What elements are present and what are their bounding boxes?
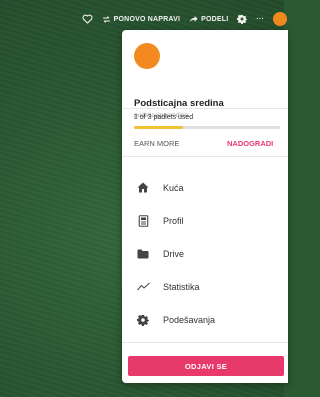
- gear-icon: [136, 313, 150, 327]
- menu-item-label: Drive: [163, 248, 185, 259]
- usage-progress-fill: [134, 126, 183, 129]
- menu-item-label: Podešavanja: [163, 314, 216, 325]
- upgrade-link[interactable]: NADOGRADI: [227, 139, 273, 148]
- share-label: PODELI: [201, 15, 229, 23]
- menu-item-label: Profil: [163, 215, 184, 226]
- trend-line-icon: [136, 280, 150, 294]
- menu-item-label: Kuća: [163, 182, 184, 193]
- remake-icon: [102, 15, 110, 23]
- folder-icon: [136, 247, 150, 261]
- favorite-button[interactable]: [82, 14, 93, 24]
- gear-icon: [237, 14, 248, 24]
- menu-item-home[interactable]: Kuća: [122, 171, 288, 204]
- menu-item-settings[interactable]: Podešavanja: [122, 303, 288, 336]
- account-menu-list: Kuća Profil Drive Statistika Podešavanja: [122, 171, 288, 336]
- usage-text: 1 of 3 padlets used: [134, 114, 194, 121]
- more-button[interactable]: ···: [256, 16, 264, 23]
- menu-item-profile[interactable]: Profil: [122, 204, 288, 237]
- heart-icon: [82, 14, 93, 24]
- menu-item-drive[interactable]: Drive: [122, 237, 288, 270]
- home-icon: [136, 181, 150, 195]
- profile-card-icon: [136, 214, 150, 228]
- earn-more-link[interactable]: EARN MORE: [134, 139, 179, 148]
- share-button[interactable]: PODELI: [189, 15, 228, 23]
- logout-button[interactable]: ODJAVI SE: [128, 356, 284, 376]
- divider: [122, 108, 288, 109]
- profile-avatar[interactable]: [134, 43, 160, 69]
- menu-item-statistics[interactable]: Statistika: [122, 270, 288, 303]
- divider: [122, 156, 288, 157]
- settings-button[interactable]: [237, 14, 248, 24]
- usage-progress-bar: [134, 126, 280, 129]
- account-menu-panel: Podsticajna sredina podsticajnasredina 1…: [122, 30, 288, 383]
- remake-button[interactable]: PONOVO NAPRAVI: [102, 15, 180, 24]
- more-icon: ···: [256, 15, 264, 23]
- user-avatar-button[interactable]: [273, 12, 287, 26]
- remake-label: PONOVO NAPRAVI: [113, 15, 181, 23]
- divider: [122, 342, 288, 343]
- share-icon: [189, 16, 198, 22]
- menu-item-label: Statistika: [163, 281, 200, 292]
